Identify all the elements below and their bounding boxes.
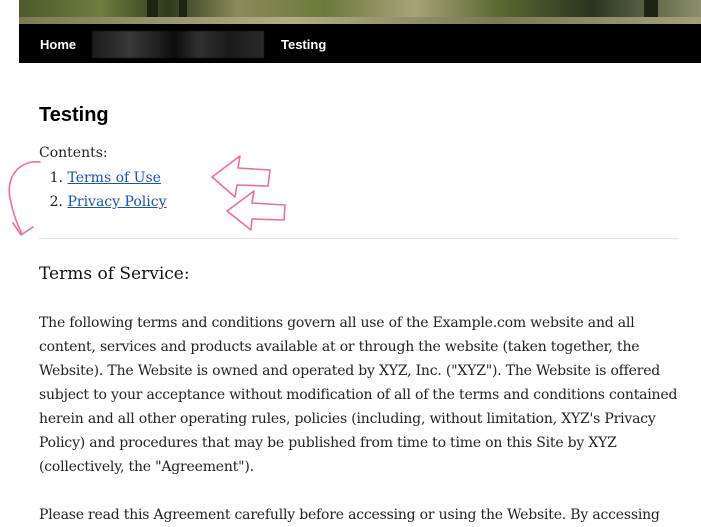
left-arrow-annotation-icon [226,190,286,231]
toc-link-privacy-policy[interactable]: Privacy Policy [67,194,166,210]
curved-arrow-annotation-icon [8,161,41,235]
section-divider [39,238,679,239]
redacted-nav-item [92,31,264,58]
body-paragraph: Please read this Agreement carefully bef… [39,507,660,523]
toc-link-terms-of-use[interactable]: Terms of Use [67,170,160,186]
section-heading: Terms of Service: [39,264,190,284]
toc-item: 1. Terms of Use [39,167,167,191]
body-paragraph: The following terms and conditions gover… [39,315,678,475]
nav-home-link[interactable]: Home [40,24,76,63]
arrowhead-annotation-icon [12,222,34,236]
page-title: Testing [39,104,109,126]
header-banner-image [19,0,701,24]
toc-item-number: 2. [49,194,63,210]
left-arrow-annotation-icon [211,155,271,198]
banner-ground [19,17,701,24]
toc-item: 2. Privacy Policy [39,191,167,215]
table-of-contents: 1. Terms of Use 2. Privacy Policy [39,167,167,215]
nav-testing-link[interactable]: Testing [281,24,326,63]
main-navigation: Home Testing [19,24,701,63]
contents-label: Contents: [39,145,108,161]
toc-item-number: 1. [49,170,63,186]
